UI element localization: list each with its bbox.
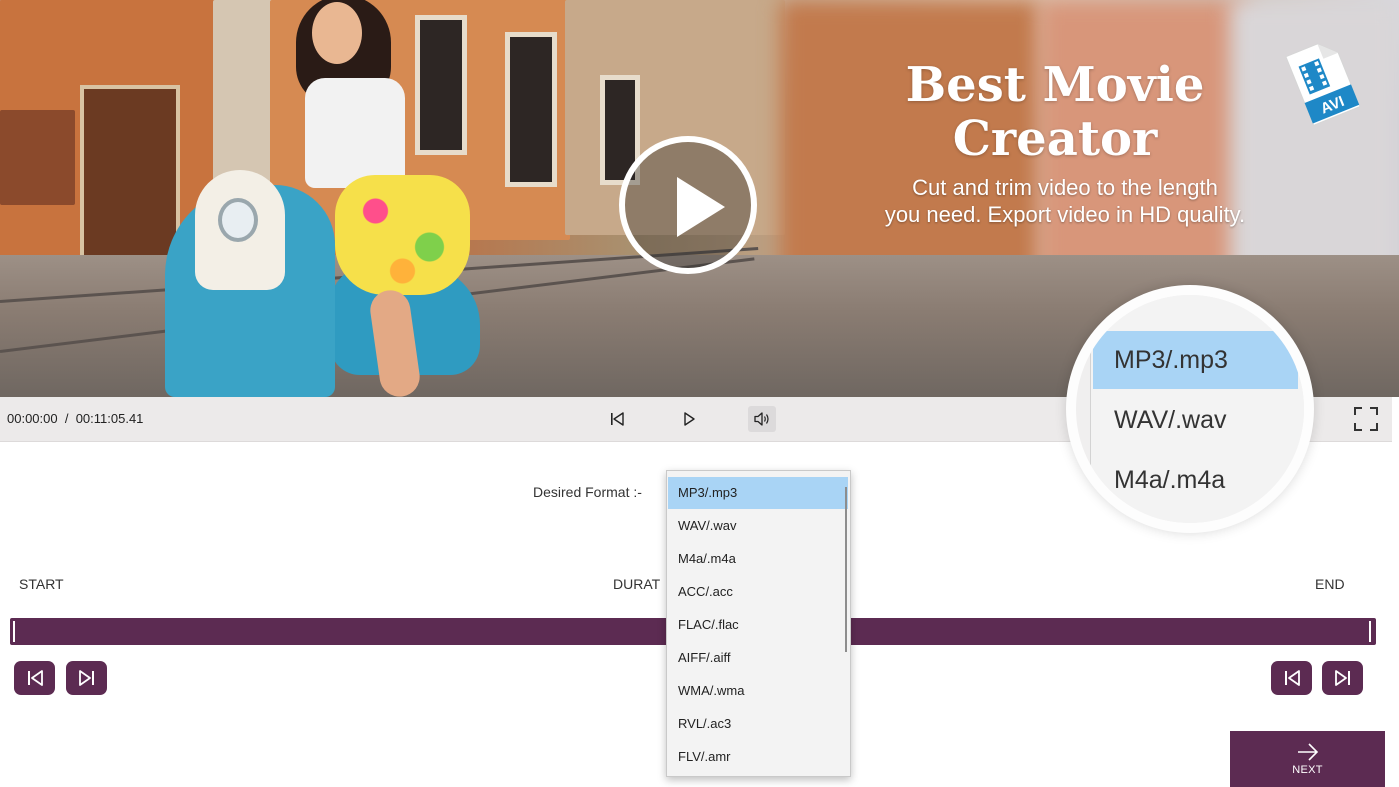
next-button[interactable]: NEXT xyxy=(1230,731,1385,787)
magnifier-callout: MP3/.mp3 WAV/.wav M4a/.m4a xyxy=(1066,285,1314,533)
speaker-icon xyxy=(754,412,769,426)
format-option[interactable]: MP3/.mp3 xyxy=(668,477,848,509)
start-step-back-button[interactable] xyxy=(14,661,55,695)
end-step-forward-button[interactable] xyxy=(1322,661,1363,695)
magnified-option: M4a/.m4a xyxy=(1114,466,1226,494)
format-dropdown-list[interactable]: MP3/.mp3 WAV/.wav M4a/.m4a ACC/.acc FLAC… xyxy=(666,470,851,777)
woman-skirt xyxy=(335,175,470,295)
magnified-option: MP3/.mp3 xyxy=(1093,331,1298,389)
end-handle[interactable] xyxy=(1369,621,1371,642)
total-time: 00:11:05.41 xyxy=(75,411,144,426)
woman-top xyxy=(305,78,405,188)
start-step-forward-button[interactable] xyxy=(66,661,107,695)
play-icon xyxy=(677,177,725,237)
building-window xyxy=(505,32,557,187)
start-handle[interactable] xyxy=(13,621,15,642)
fullscreen-button[interactable] xyxy=(1352,406,1380,432)
woman-head xyxy=(312,2,362,64)
phone-booth xyxy=(0,110,75,205)
volume-button[interactable] xyxy=(748,406,776,432)
skip-forward-icon xyxy=(1334,670,1350,686)
dropdown-scrollbar[interactable] xyxy=(845,487,847,652)
skip-back-icon xyxy=(1284,670,1300,686)
play-button[interactable] xyxy=(675,406,703,432)
play-overlay-button[interactable] xyxy=(619,136,757,274)
skip-back-icon xyxy=(27,670,43,686)
skip-forward-icon xyxy=(78,670,94,686)
format-option[interactable]: AIFF/.aiff xyxy=(668,642,848,674)
play-icon xyxy=(684,412,695,426)
format-option[interactable]: FLAC/.flac xyxy=(668,609,848,641)
fullscreen-icon xyxy=(1354,407,1378,431)
end-label: END xyxy=(1315,576,1345,592)
building-window xyxy=(415,15,467,155)
time-separator: / xyxy=(64,411,69,426)
start-label: START xyxy=(19,576,64,592)
format-option[interactable]: FLV/.amr xyxy=(668,741,848,773)
end-step-back-button[interactable] xyxy=(1271,661,1312,695)
promo-subtitle: Cut and trim video to the length you nee… xyxy=(884,175,1246,227)
magnified-option: WAV/.wav xyxy=(1114,406,1227,434)
promo-title: Best Movie Creator xyxy=(905,57,1205,167)
avi-file-icon: AVI xyxy=(1280,37,1364,127)
arrow-right-icon xyxy=(1297,743,1318,761)
format-option[interactable]: WAV/.wav xyxy=(668,510,848,542)
format-option[interactable]: RVL/.ac3 xyxy=(668,708,848,740)
next-button-label: NEXT xyxy=(1292,764,1323,776)
current-time: 00:00:00 xyxy=(7,411,58,426)
desired-format-label: Desired Format :- xyxy=(533,484,642,500)
scooter-headlamp xyxy=(218,198,258,242)
format-option[interactable]: M4a/.m4a xyxy=(668,543,848,575)
previous-button[interactable] xyxy=(603,406,631,432)
app-window: Best Movie Creator Cut and trim video to… xyxy=(0,0,1399,787)
time-display: 00:00:00 / 00:11:05.41 xyxy=(7,411,143,426)
format-option[interactable]: ACC/.acc xyxy=(668,576,848,608)
building-door xyxy=(80,85,180,270)
duration-label: DURAT xyxy=(613,576,661,592)
skip-back-icon xyxy=(611,412,624,426)
format-option[interactable]: WMA/.wma xyxy=(668,675,848,707)
